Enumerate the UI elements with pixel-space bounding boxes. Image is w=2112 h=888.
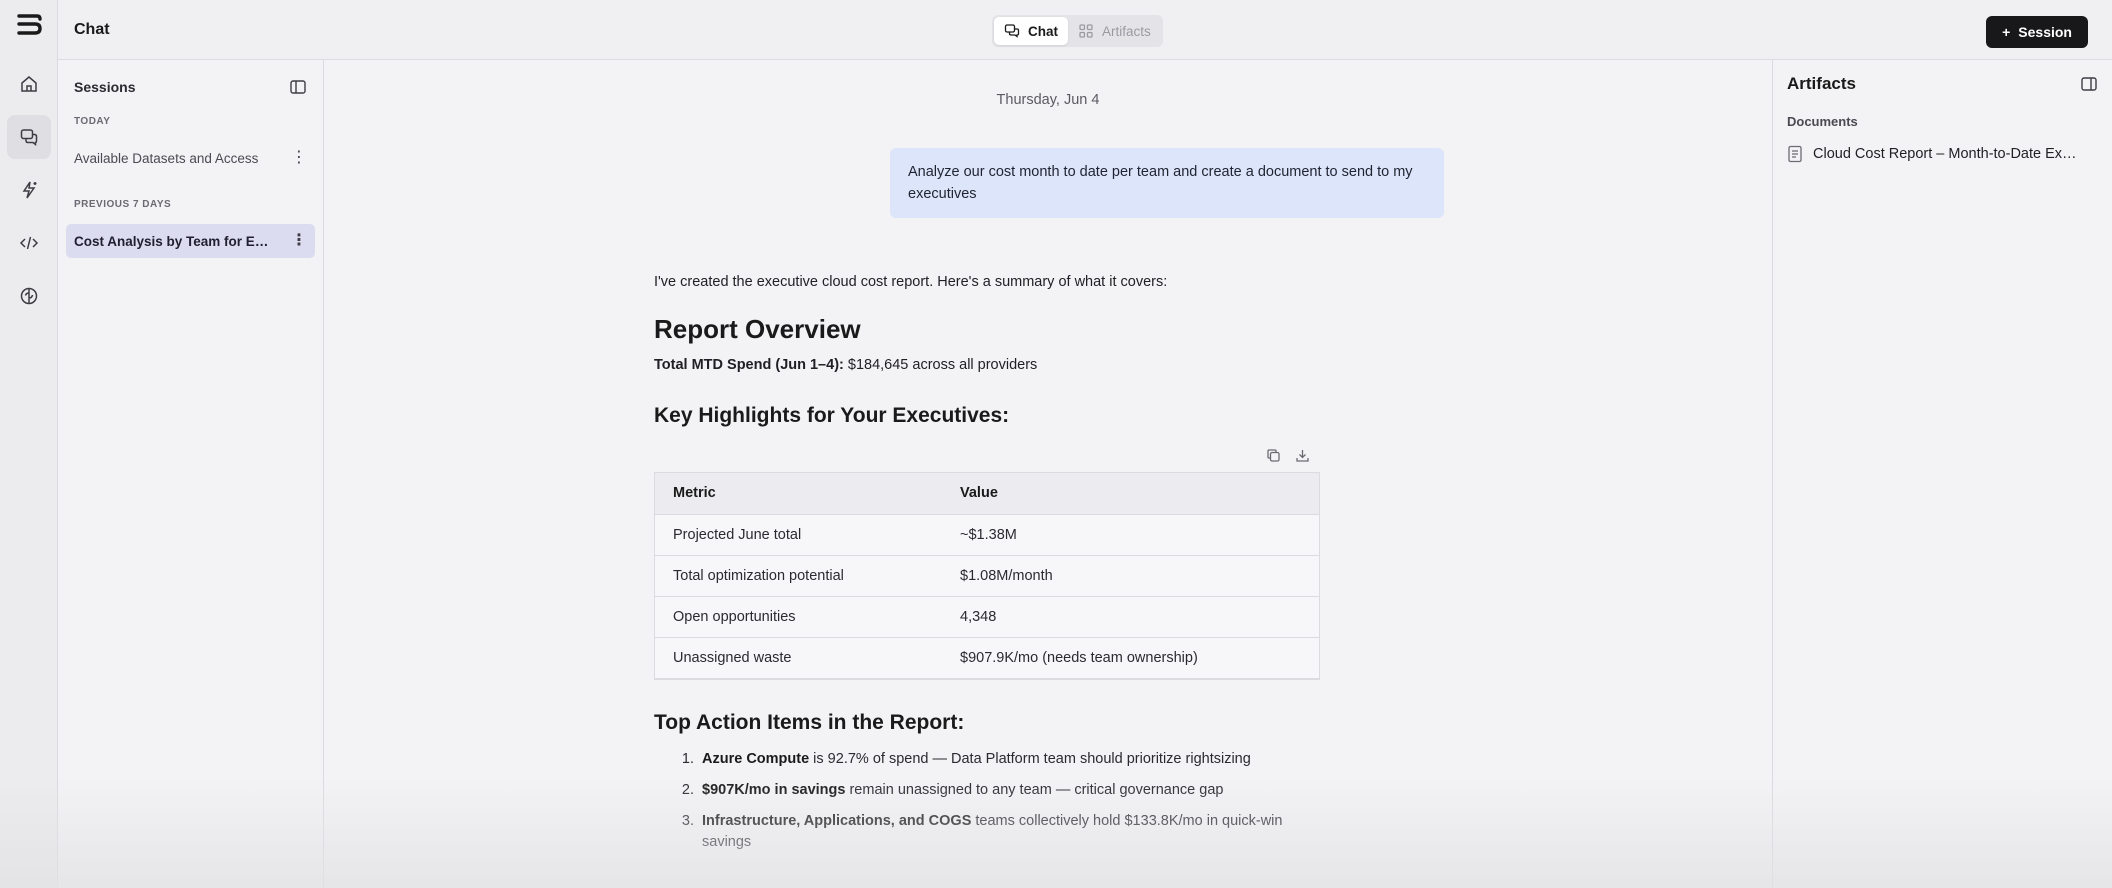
table-cell: 4,348 <box>942 596 1319 638</box>
table-cell: Projected June total <box>655 514 942 556</box>
action-item-text: is 92.7% of spend — Data Platform team s… <box>809 750 1251 767</box>
session-item-label: Available Datasets and Access <box>74 150 259 166</box>
plus-icon: + <box>2002 24 2011 40</box>
icon-rail <box>0 0 58 888</box>
reply-intro: I've created the executive cloud cost re… <box>654 274 1168 290</box>
documents-section-label: Documents <box>1787 114 1858 129</box>
page-title: Chat <box>74 20 110 38</box>
top-bar: Chat Chat Artifacts + Session <box>58 0 2112 60</box>
column-header: Metric <box>655 473 942 515</box>
more-options-icon[interactable]: ⋮ <box>291 233 307 249</box>
rail-home-button[interactable] <box>7 62 51 106</box>
list-item: $907K/mo in savings remain unassigned to… <box>698 780 1314 801</box>
main-area: Chat Chat Artifacts + Session Sessions T… <box>58 0 2112 888</box>
rail-chat-button[interactable] <box>6 115 51 159</box>
tab-artifacts[interactable]: Artifacts <box>1068 17 1161 45</box>
list-item: Azure Compute is 92.7% of spend — Data P… <box>698 749 1314 770</box>
table-cell: $907.9K/mo (needs team ownership) <box>942 637 1319 679</box>
total-spend-label: Total MTD Spend (Jun 1–4): <box>654 357 844 373</box>
action-items-list: Azure Compute is 92.7% of spend — Data P… <box>654 749 1314 853</box>
highlights-table: Metric Value Projected June total ~$1.38… <box>654 472 1320 680</box>
table-row: Unassigned waste $907.9K/mo (needs team … <box>655 637 1319 679</box>
highlights-heading: Key Highlights for Your Executives: <box>654 404 1010 427</box>
assistant-reply: I've created the executive cloud cost re… <box>654 274 1320 863</box>
artifacts-panel: Artifacts Documents Cloud Cost Report – … <box>1772 60 2112 888</box>
session-item[interactable]: Available Datasets and Access ⋮ <box>66 141 315 175</box>
total-spend-value: $184,645 across all providers <box>847 357 1038 373</box>
grid-icon <box>1079 24 1093 38</box>
table-header-row: Metric Value <box>655 473 1319 515</box>
view-toggle: Chat Artifacts <box>992 15 1163 47</box>
chat-icon <box>1004 24 1020 38</box>
tab-chat-label: Chat <box>1028 23 1058 39</box>
copy-icon[interactable] <box>1266 448 1281 463</box>
sessions-header: Sessions <box>66 78 315 96</box>
table-cell: $1.08M/month <box>942 555 1319 597</box>
document-item[interactable]: Cloud Cost Report – Month-to-Date Execut… <box>1787 145 2098 163</box>
column-header: Value <box>942 473 1319 515</box>
rail-insights-button[interactable] <box>7 168 51 212</box>
sparkle-icon <box>22 181 36 199</box>
session-group-label: TODAY <box>74 116 111 127</box>
action-items-heading: Top Action Items in the Report: <box>654 710 965 734</box>
brain-icon <box>20 287 37 305</box>
app-window: Chat Chat Artifacts + Session Sessions T… <box>0 0 2112 888</box>
table-row: Open opportunities 4,348 <box>655 596 1319 638</box>
code-icon <box>19 236 38 250</box>
table-cell: Open opportunities <box>655 596 942 638</box>
table-toolbar <box>654 448 1314 463</box>
session-group-label: PREVIOUS 7 DAYS <box>74 199 172 210</box>
user-message-bubble: Analyze our cost month to date per team … <box>890 148 1444 218</box>
action-item-bold: $907K/mo in savings <box>702 781 846 798</box>
total-spend-line: Total MTD Spend (Jun 1–4): $184,645 acro… <box>654 357 1314 373</box>
chat-conversation[interactable]: Thursday, Jun 4 Analyze our cost month t… <box>324 60 1772 888</box>
sidebar-toggle-icon[interactable] <box>289 78 307 96</box>
conversation-date: Thursday, Jun 4 <box>996 92 1100 108</box>
list-item: Infrastructure, Applications, and COGS t… <box>698 811 1314 853</box>
document-name: Cloud Cost Report – Month-to-Date Execut… <box>1813 146 2083 162</box>
sessions-sidebar: Sessions TODAY Available Datasets and Ac… <box>58 60 324 888</box>
document-icon <box>1788 145 1802 163</box>
more-options-icon[interactable]: ⋮ <box>291 150 307 166</box>
table-cell: ~$1.38M <box>942 514 1319 556</box>
tab-artifacts-label: Artifacts <box>1102 23 1151 39</box>
action-item-bold: Azure Compute <box>702 750 810 767</box>
report-overview-heading: Report Overview <box>654 314 861 344</box>
table-row: Total optimization potential $1.08M/mont… <box>655 555 1319 597</box>
table-row: Projected June total ~$1.38M <box>655 514 1319 556</box>
table-cell: Unassigned waste <box>655 637 942 679</box>
content-body: Sessions TODAY Available Datasets and Ac… <box>58 60 2112 888</box>
new-session-label: Session <box>2018 24 2072 40</box>
rail-code-button[interactable] <box>7 221 51 265</box>
panel-toggle-icon[interactable] <box>2080 75 2098 93</box>
table-cell: Total optimization potential <box>655 555 942 597</box>
artifacts-header: Artifacts <box>1787 74 2098 94</box>
home-icon <box>20 76 37 92</box>
app-logo-icon[interactable] <box>16 12 42 38</box>
sessions-title: Sessions <box>74 79 136 95</box>
tab-chat[interactable]: Chat <box>994 17 1068 45</box>
session-item-label: Cost Analysis by Team for Executives <box>74 233 274 249</box>
new-session-button[interactable]: + Session <box>1986 16 2088 48</box>
action-item-text: remain unassigned to any team — critical… <box>845 781 1224 798</box>
download-icon[interactable] <box>1295 448 1310 463</box>
rail-brain-button[interactable] <box>7 274 51 318</box>
chat-icon <box>20 129 37 147</box>
action-item-bold: Infrastructure, Applications, and COGS <box>702 812 972 829</box>
artifacts-title: Artifacts <box>1787 74 1856 93</box>
session-item-active[interactable]: Cost Analysis by Team for Executives ⋮ <box>66 224 315 258</box>
